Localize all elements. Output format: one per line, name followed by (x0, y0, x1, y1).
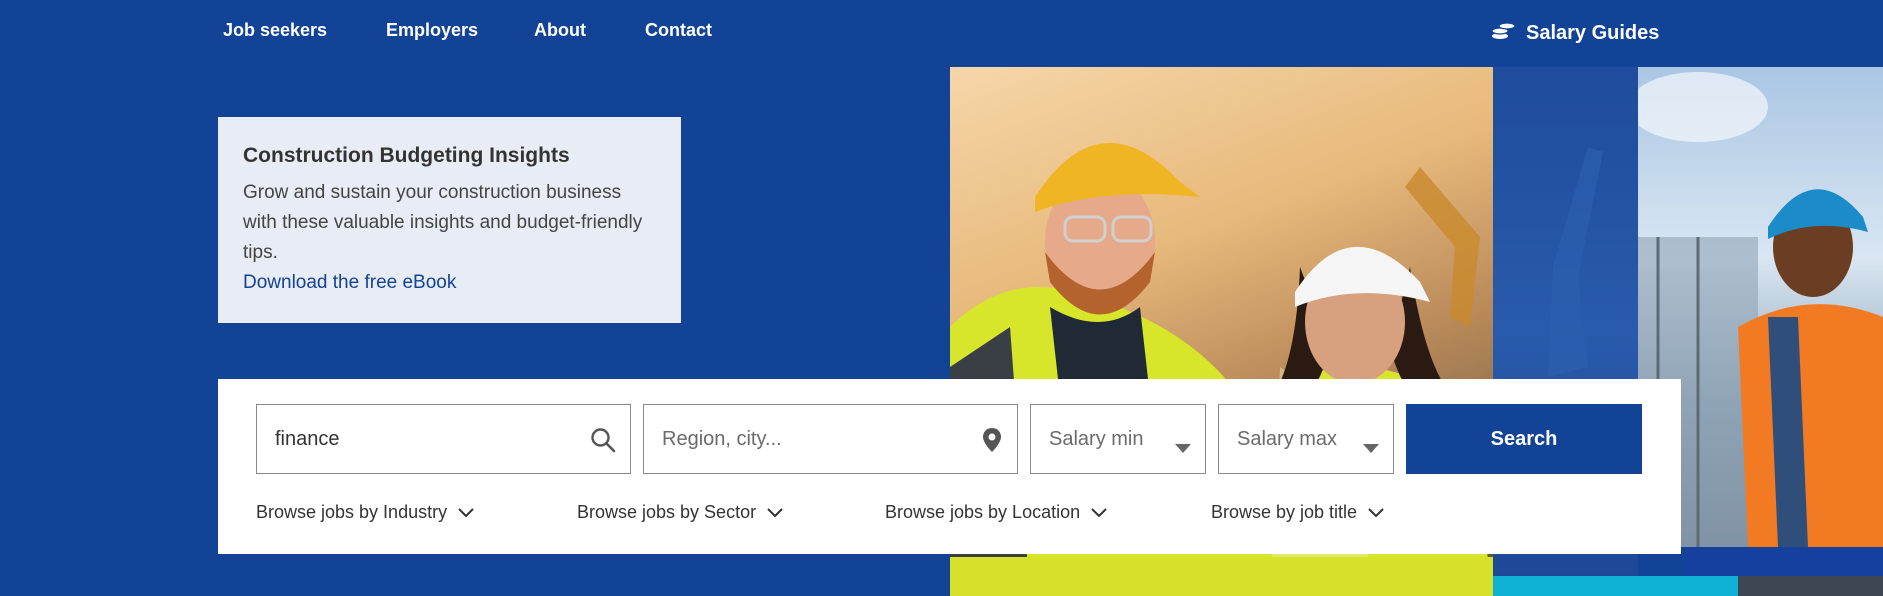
promo-card: Construction Budgeting Insights Grow and… (218, 117, 681, 323)
salary-max-select[interactable]: Salary max (1218, 404, 1394, 474)
location-input[interactable]: Region, city... (643, 404, 1018, 474)
promo-body: Grow and sustain your construction busin… (243, 182, 643, 263)
chevron-down-icon (1090, 502, 1108, 523)
coins-icon (1490, 19, 1516, 47)
nav-contact[interactable]: Contact (645, 20, 712, 41)
browse-sector-label: Browse jobs by Sector (577, 502, 757, 522)
browse-location-label: Browse jobs by Location (885, 502, 1081, 522)
decor-grey-bar (1738, 576, 1883, 596)
location-placeholder: Region, city... (662, 427, 782, 450)
browse-location-dropdown[interactable]: Browse jobs by Location (885, 502, 1108, 523)
salary-guides-link[interactable]: Salary Guides (1490, 19, 1659, 47)
keyword-value: finance (275, 427, 340, 450)
browse-industry-dropdown[interactable]: Browse jobs by Industry (256, 502, 475, 523)
caret-down-icon (1363, 436, 1379, 459)
promo-download-link[interactable]: Download the free eBook (243, 268, 656, 298)
promo-title: Construction Budgeting Insights (243, 144, 570, 167)
caret-down-icon (1175, 436, 1191, 459)
salary-min-select[interactable]: Salary min (1030, 404, 1206, 474)
chevron-down-icon (1367, 502, 1385, 523)
browse-sector-dropdown[interactable]: Browse jobs by Sector (577, 502, 784, 523)
location-pin-icon (981, 427, 1003, 459)
decor-navy-bar (1685, 548, 1883, 576)
chevron-down-icon (766, 502, 784, 523)
browse-job-title-label: Browse by job title (1211, 502, 1358, 522)
keyword-input[interactable]: finance (256, 404, 631, 474)
salary-max-label: Salary max (1237, 427, 1338, 450)
search-button[interactable]: Search (1406, 404, 1642, 474)
salary-min-label: Salary min (1049, 427, 1144, 450)
browse-industry-label: Browse jobs by Industry (256, 502, 448, 522)
chevron-down-icon (457, 502, 475, 523)
search-icon[interactable] (590, 427, 616, 459)
browse-job-title-dropdown[interactable]: Browse by job title (1211, 502, 1385, 523)
nav-about[interactable]: About (534, 20, 586, 41)
nav-job-seekers[interactable]: Job seekers (223, 20, 327, 41)
nav-employers[interactable]: Employers (386, 20, 478, 41)
decor-teal-bar (1493, 576, 1738, 596)
salary-guides-label: Salary Guides (1526, 21, 1660, 44)
job-search-panel: finance Region, city... Salary min Salar… (218, 379, 1681, 554)
top-nav: Job seekers Employers About Contact Sala… (0, 0, 1883, 62)
